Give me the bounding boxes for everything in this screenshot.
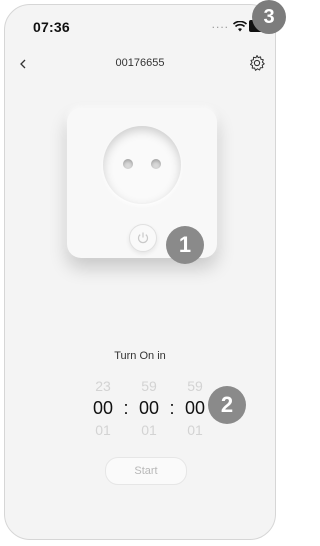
- settings-button[interactable]: [247, 53, 267, 73]
- timer-label: Turn On in: [114, 350, 166, 362]
- wifi-icon: [232, 19, 248, 37]
- picker-prev-seconds[interactable]: 59: [181, 377, 209, 395]
- callout-badge-2: 2: [208, 386, 246, 424]
- socket-hole-right: [151, 159, 161, 169]
- picker-minutes[interactable]: 00: [135, 395, 163, 421]
- picker-next-hours[interactable]: 01: [89, 421, 117, 439]
- picker-prev-hours[interactable]: 23: [89, 377, 117, 395]
- start-button[interactable]: Start: [105, 457, 187, 485]
- countdown-picker[interactable]: 23 59 59 00 : 00 : 00 01 01 01: [89, 377, 209, 439]
- signal-dots: ....: [211, 17, 229, 31]
- status-bar: 07:36 .... 6: [5, 5, 275, 37]
- picker-separator: :: [123, 398, 129, 418]
- picker-row-selected: 00 : 00 : 00: [89, 395, 209, 421]
- picker-row-previous: 23 59 59: [89, 377, 209, 395]
- picker-seconds[interactable]: 00: [181, 395, 209, 421]
- socket-outlet: [103, 126, 181, 204]
- callout-badge-3: 3: [252, 0, 286, 34]
- page-title: 00176655: [115, 57, 165, 69]
- picker-prev-minutes[interactable]: 59: [135, 377, 163, 395]
- power-icon: [137, 232, 149, 244]
- picker-next-seconds[interactable]: 01: [181, 421, 209, 439]
- picker-separator: :: [169, 398, 175, 418]
- picker-hours[interactable]: 00: [89, 395, 117, 421]
- picker-row-next: 01 01 01: [89, 421, 209, 439]
- callout-badge-1: 1: [166, 226, 204, 264]
- socket-hole-left: [123, 159, 133, 169]
- gear-icon: [250, 55, 265, 71]
- phone-screen: 07:36 .... 6 00176655 Turn On in 23 59: [4, 4, 276, 540]
- power-button[interactable]: [129, 224, 157, 252]
- picker-next-minutes[interactable]: 01: [135, 421, 163, 439]
- status-time: 07:36: [33, 19, 70, 35]
